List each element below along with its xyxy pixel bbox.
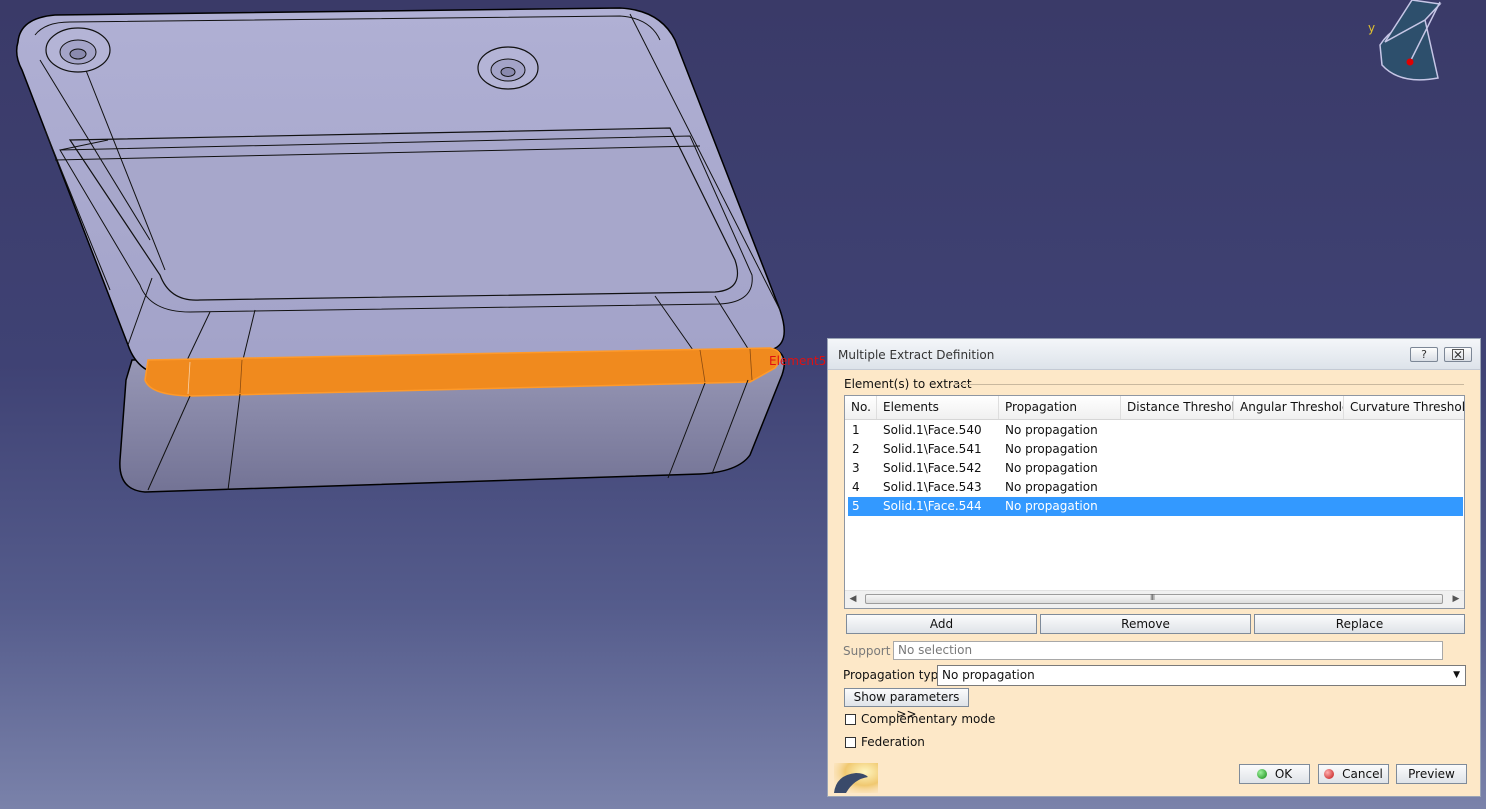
row-number: 1 [852,423,860,437]
scroll-grip-icon: III [1150,593,1155,602]
multiple-extract-dialog: Multiple Extract Definition ? Element(s)… [827,338,1481,797]
ok-button[interactable]: OK [1239,764,1310,784]
column-header-propagation[interactable]: Propagation [999,396,1121,419]
row-propagation: No propagation [1005,499,1098,513]
row-element: Solid.1\Face.542 [883,461,982,475]
compass-widget: y [1368,0,1442,81]
table-row[interactable]: 2 Solid.1\Face.541 No propagation [848,440,1463,459]
row-number: 3 [852,461,860,475]
replace-button[interactable]: Replace [1254,614,1465,634]
complementary-mode-checkbox[interactable] [845,714,856,725]
propagation-type-select[interactable]: No propagation ▼ [937,665,1466,686]
column-header-elements[interactable]: Elements [877,396,999,419]
column-header-no[interactable]: No. [845,396,877,419]
scroll-thumb[interactable]: III [865,593,1443,604]
column-header-angular[interactable]: Angular Threshold [1234,396,1344,419]
screw-hole-left [45,27,111,73]
close-icon [1452,349,1464,360]
table-row[interactable]: 1 Solid.1\Face.540 No propagation [848,421,1463,440]
screw-hole-right [477,46,539,90]
ok-icon [1256,769,1267,779]
show-parameters-button[interactable]: Show parameters >> [844,688,969,721]
cancel-button[interactable]: Cancel [1318,764,1389,784]
column-header-curvature[interactable]: Curvature Threshold [1344,396,1464,419]
row-element: Solid.1\Face.540 [883,423,982,437]
ok-label: OK [1274,767,1293,781]
table-row[interactable]: 4 Solid.1\Face.543 No propagation [848,478,1463,497]
help-button[interactable]: ? [1410,347,1438,362]
federation-label: Federation [861,735,925,749]
preview-button[interactable]: Preview [1396,764,1467,784]
remove-button[interactable]: Remove [1040,614,1251,634]
table-row[interactable]: 3 Solid.1\Face.542 No propagation [848,459,1463,478]
chevron-down-icon[interactable]: ▼ [1453,666,1460,685]
element-annotation: Element5 [769,354,826,368]
row-element: Solid.1\Face.544 [883,499,982,513]
group-divider [954,384,1464,385]
row-number: 5 [852,499,860,513]
row-propagation: No propagation [1005,480,1098,494]
compass-axis-label: y [1368,21,1375,35]
propagation-type-label: Propagation type: [843,668,950,682]
elements-table[interactable]: No. Elements Propagation Distance Thresh… [844,395,1465,609]
group-label: Element(s) to extract [844,377,972,391]
federation-checkbox[interactable] [845,737,856,748]
close-button[interactable] [1444,347,1472,362]
row-element: Solid.1\Face.543 [883,480,982,494]
table-row-selected[interactable]: 5 Solid.1\Face.544 No propagation [848,497,1463,516]
table-header: No. Elements Propagation Distance Thresh… [845,396,1464,420]
row-number: 4 [852,480,860,494]
row-element: Solid.1\Face.541 [883,442,982,456]
support-label: Support : [843,644,899,658]
support-field[interactable]: No selection [893,641,1443,660]
propagation-type-value: No propagation [942,668,1035,682]
scroll-right-icon[interactable]: ▶ [1448,591,1464,608]
row-propagation: No propagation [1005,461,1098,475]
column-header-distance[interactable]: Distance Threshold [1121,396,1234,419]
scroll-left-icon[interactable]: ◀ [845,591,861,608]
cancel-label: Cancel [1342,767,1383,781]
row-propagation: No propagation [1005,423,1098,437]
row-number: 2 [852,442,860,456]
row-propagation: No propagation [1005,442,1098,456]
complementary-mode-label: Complementary mode [861,712,996,726]
globe-logo-icon [834,763,878,793]
cancel-icon [1324,769,1335,779]
dialog-titlebar[interactable]: Multiple Extract Definition ? [828,339,1480,370]
dialog-title: Multiple Extract Definition [838,348,995,362]
inner-panel [68,127,739,301]
add-button[interactable]: Add [846,614,1037,634]
horizontal-scrollbar[interactable]: ◀ III ▶ [845,590,1464,608]
